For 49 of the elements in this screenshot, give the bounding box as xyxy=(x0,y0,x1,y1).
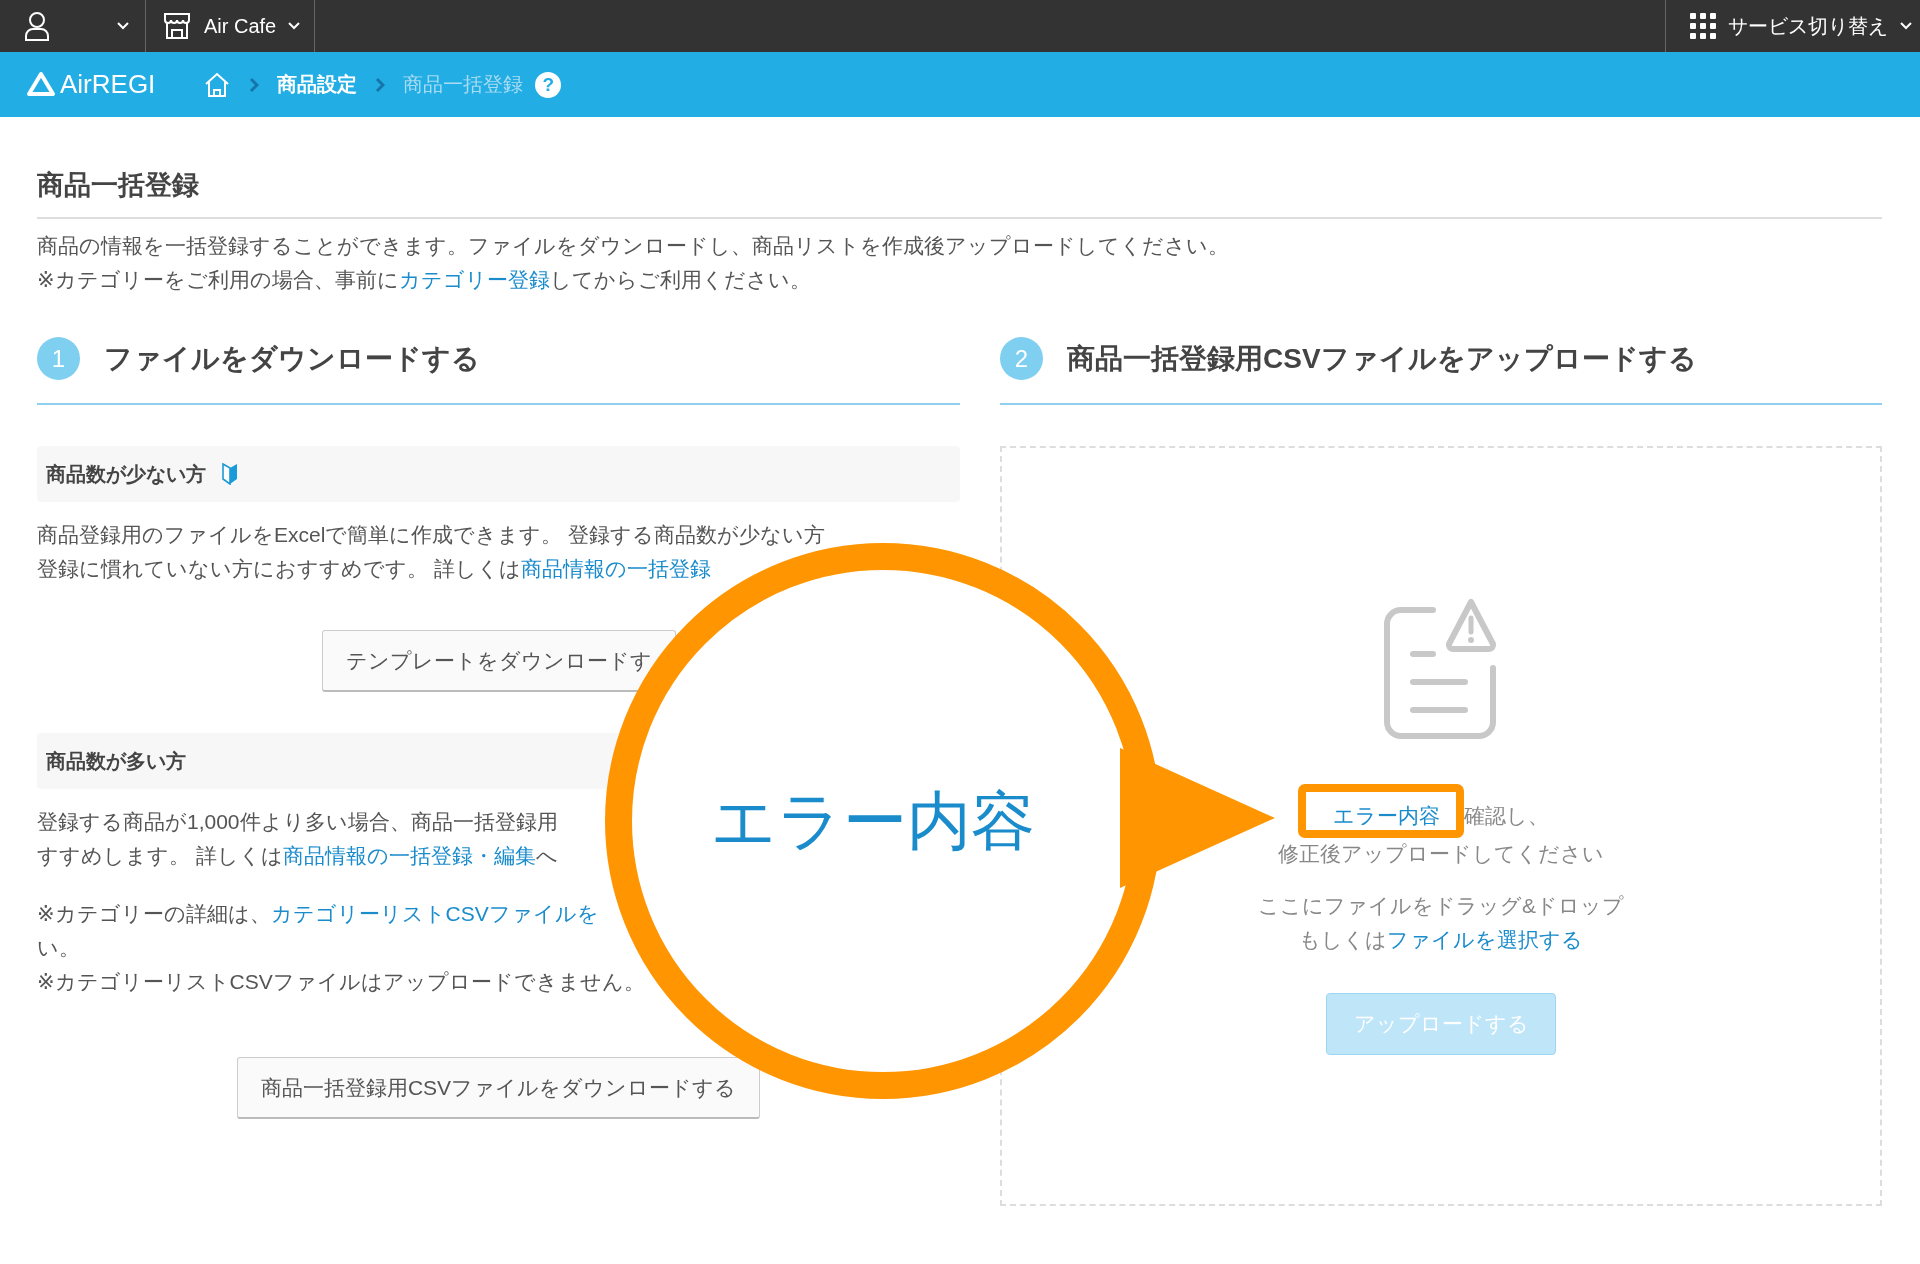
text: へ xyxy=(535,844,558,867)
breadcrumb-item: 商品一括登録 xyxy=(403,72,524,97)
chevron-right-icon xyxy=(249,76,260,93)
page-title: 商品一括登録 xyxy=(37,167,1882,219)
section-title: 商品数が少ない方 xyxy=(46,461,206,487)
chevron-right-icon xyxy=(375,76,386,93)
link[interactable]: カテゴリーリストCSVファイルを xyxy=(270,902,599,925)
chevron-down-icon xyxy=(1900,22,1912,30)
help-icon[interactable]: ? xyxy=(535,71,562,98)
step-title: ファイルをダウンロードする xyxy=(104,341,480,376)
text: 確認し、 xyxy=(1464,804,1549,827)
section-title: 商品数が多い方 xyxy=(46,748,186,774)
text: ※カテゴリーをご利用の場合、事前に xyxy=(37,268,399,291)
store-name: Air Cafe xyxy=(204,14,277,38)
document-warning-icon xyxy=(1383,596,1499,740)
text: すすめします。 詳しくは xyxy=(37,844,283,867)
text-line: ここにファイルをドラッグ&ドロップ xyxy=(1258,893,1624,919)
link[interactable]: カテゴリー登録 xyxy=(398,268,550,291)
logo-icon xyxy=(26,71,56,98)
text: してからご利用ください。 xyxy=(549,268,811,291)
step-number: 1 xyxy=(37,337,80,380)
text: ※カテゴリーの詳細は、 xyxy=(37,902,271,925)
step-title: 商品一括登録用CSVファイルをアップロードする xyxy=(1067,341,1697,376)
link[interactable]: 商品情報の一括登録 xyxy=(520,557,711,580)
text-line: 登録する商品が1,000件より多い場合、商品一括登録用 xyxy=(37,809,558,835)
breadcrumb-item[interactable]: 商品設定 xyxy=(277,71,358,98)
step-number: 2 xyxy=(1000,337,1043,380)
text-line: 修正後アップロードしてください xyxy=(1278,841,1604,867)
service-switch-label: サービス切り替え xyxy=(1728,13,1888,39)
grid-icon xyxy=(1690,13,1716,39)
download-button[interactable]: テンプレートをダウンロードす xyxy=(321,630,676,692)
text: もしくは xyxy=(1299,928,1387,951)
text: 登録に慣れていない方におすすめです。 詳しくは xyxy=(37,557,521,580)
download-button[interactable]: 商品一括登録用CSVファイルをダウンロードする xyxy=(236,1057,761,1119)
callout-text: エラー内容 xyxy=(711,783,1035,859)
logo-text: AirREGI xyxy=(60,69,156,100)
text-line: 商品の情報を一括登録することができます。ファイルをダウンロードし、商品リストを作成後アップロードしてください。 xyxy=(37,233,1229,259)
link[interactable]: エラー内容 xyxy=(1333,804,1440,827)
text-line: ※カテゴリーリストCSVファイルはアップロードできません。 xyxy=(37,969,645,995)
link[interactable]: 商品情報の一括登録・編集 xyxy=(282,844,536,867)
chevron-down-icon xyxy=(117,22,129,30)
link[interactable]: ファイルを選択する xyxy=(1387,928,1583,951)
text-line: 商品登録用のファイルをExcelで簡単に作成できます。 登録する商品数が少ない方 xyxy=(37,522,826,548)
logo[interactable]: AirREGI xyxy=(26,69,156,100)
chevron-down-icon xyxy=(288,22,301,30)
beginner-mark-icon xyxy=(222,463,238,485)
user-icon xyxy=(24,11,50,41)
text-line: い。 xyxy=(37,935,80,961)
store-icon xyxy=(162,12,192,40)
